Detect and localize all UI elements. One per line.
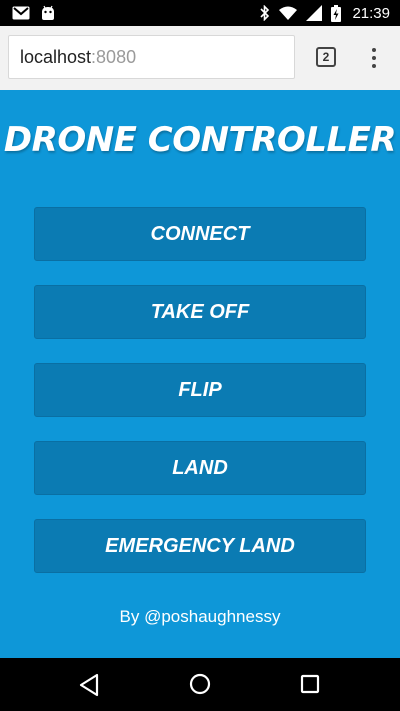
bluetooth-icon [260, 5, 270, 21]
status-bar-system: 21:39 [260, 4, 390, 22]
gmail-icon [12, 6, 30, 20]
phone-screen: 21:39 localhost:8080 2 DRONE CONTROLLER … [0, 0, 400, 711]
page-title: DRONE CONTROLLER [3, 120, 397, 160]
status-time: 21:39 [352, 4, 390, 22]
home-icon[interactable] [189, 673, 211, 695]
author-credit: By @poshaughnessy [119, 607, 281, 626]
url-port: :8080 [91, 46, 137, 67]
recents-icon[interactable] [300, 674, 320, 694]
url-host: localhost [20, 46, 92, 67]
android-icon [40, 5, 56, 21]
browser-toolbar: localhost:8080 2 [0, 26, 400, 90]
page-content: DRONE CONTROLLER CONNECT TAKE OFF FLIP L… [0, 90, 400, 658]
land-button[interactable]: LAND [34, 441, 366, 495]
battery-charging-icon [331, 4, 342, 22]
status-bar-notifications [12, 5, 56, 21]
back-icon[interactable] [78, 673, 100, 697]
tab-switcher-button[interactable]: 2 [316, 47, 336, 67]
wifi-icon [279, 6, 298, 20]
android-nav-bar [0, 658, 400, 711]
overflow-menu-icon[interactable] [364, 44, 384, 72]
signal-icon [306, 5, 323, 21]
status-bar: 21:39 [0, 0, 400, 26]
url-bar[interactable]: localhost:8080 [8, 35, 295, 79]
emergency-land-button[interactable]: EMERGENCY LAND [34, 519, 366, 573]
flip-button[interactable]: FLIP [34, 363, 366, 417]
connect-button[interactable]: CONNECT [34, 207, 366, 261]
take-off-button[interactable]: TAKE OFF [34, 285, 366, 339]
